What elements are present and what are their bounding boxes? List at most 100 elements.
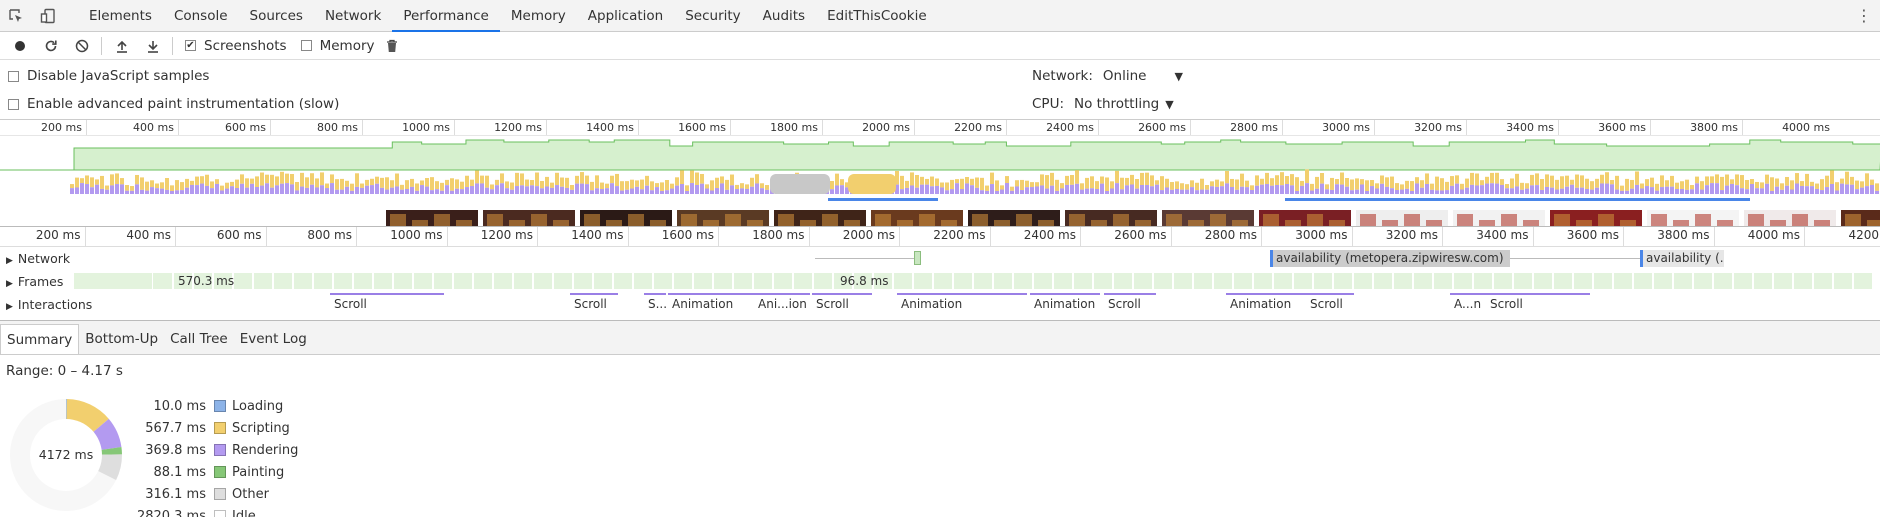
inspect-element-icon[interactable] (0, 0, 32, 32)
reload-icon[interactable] (35, 32, 66, 60)
frame-cell[interactable] (1774, 273, 1793, 289)
frame-cell[interactable] (294, 273, 313, 289)
frame-cell[interactable] (1194, 273, 1213, 289)
frame-cell[interactable] (574, 273, 593, 289)
expand-triangle-icon[interactable]: ▶ (6, 256, 13, 266)
tab-elements[interactable]: Elements (78, 0, 163, 32)
frame-cell[interactable] (1854, 273, 1873, 289)
details-tab-bottom-up[interactable]: Bottom-Up (79, 324, 164, 354)
frame-cell[interactable] (1034, 273, 1053, 289)
advanced-paint-check-box[interactable] (8, 98, 19, 110)
frame-cell[interactable] (1814, 273, 1833, 289)
interactions-track[interactable]: ▶Interactions ScrollScrollS...lAnimation… (0, 293, 1880, 316)
tab-security[interactable]: Security (674, 0, 751, 32)
frame-cell[interactable] (1754, 273, 1773, 289)
frame-cell[interactable] (1234, 273, 1253, 289)
frame-cell[interactable] (1114, 273, 1133, 289)
details-tab-event-log[interactable]: Event Log (234, 324, 313, 354)
frame-cell[interactable] (674, 273, 693, 289)
frame-cell[interactable] (934, 273, 953, 289)
frame-cell[interactable] (434, 273, 453, 289)
frame-cell[interactable] (1534, 273, 1553, 289)
disable-js-samples-check-box[interactable] (8, 70, 19, 82)
frame-cell[interactable] (1214, 273, 1233, 289)
upload-icon[interactable] (106, 32, 137, 60)
frame-cell[interactable] (1454, 273, 1473, 289)
expand-triangle-icon[interactable]: ▶ (6, 279, 13, 289)
frame-cell[interactable] (534, 273, 553, 289)
frame-cell[interactable] (734, 273, 753, 289)
screenshots-checkbox[interactable]: ✔ Screenshots (185, 38, 287, 54)
interaction-scroll[interactable]: Scroll (812, 293, 872, 315)
frame-cell[interactable] (1094, 273, 1113, 289)
interactions-row[interactable]: ScrollScrollS...lAnimationAni...ionScrol… (0, 293, 1880, 316)
interaction-scroll[interactable]: Scroll (1104, 293, 1156, 315)
frame-cell[interactable] (754, 273, 773, 289)
frame-cell[interactable] (1334, 273, 1353, 289)
frame-cell[interactable] (454, 273, 473, 289)
timeline-main-view[interactable]: 200 ms 400 ms 600 ms 800 ms 1000 ms 1200 ms 14… (0, 226, 1880, 320)
tab-audits[interactable]: Audits (752, 0, 816, 32)
frame-cell[interactable] (1174, 273, 1193, 289)
interaction-s-l[interactable]: S...l (644, 293, 666, 315)
frame-cell[interactable] (374, 273, 393, 289)
frame-cell[interactable] (914, 273, 933, 289)
frame-cell[interactable] (594, 273, 613, 289)
frame-cell[interactable] (794, 273, 813, 289)
frame-cell[interactable] (1654, 273, 1673, 289)
frame-cell[interactable] (974, 273, 993, 289)
frame-cell[interactable] (334, 273, 353, 289)
frame-cell[interactable] (1514, 273, 1533, 289)
more-options-icon[interactable]: ⋮ (1856, 0, 1872, 32)
tab-console[interactable]: Console (163, 0, 239, 32)
frame-cell[interactable] (1474, 273, 1493, 289)
frames-strip[interactable] (74, 273, 1873, 289)
frame-cell[interactable] (414, 273, 433, 289)
network-track[interactable]: ▶ Network availability (metopera.zipwires… (0, 247, 1880, 270)
frame-cell[interactable] (154, 273, 173, 289)
frame-cell[interactable] (1694, 273, 1713, 289)
timeline-overview[interactable]: 200 ms 400 ms 600 ms 800 ms 1000 ms 1200 ms 14… (0, 120, 1880, 226)
interaction-animation[interactable]: Animation (897, 293, 1027, 315)
trash-icon[interactable] (377, 32, 408, 60)
details-tab-call-tree[interactable]: Call Tree (164, 324, 234, 354)
disable-js-samples-checkbox[interactable]: Disable JavaScript samples (8, 68, 209, 84)
interaction-a-n[interactable]: A...n (1450, 293, 1486, 315)
frame-cell[interactable] (1374, 273, 1393, 289)
frame-cell[interactable] (614, 273, 633, 289)
frame-cell[interactable] (1014, 273, 1033, 289)
frame-cell[interactable] (714, 273, 733, 289)
frame-cell[interactable] (1434, 273, 1453, 289)
network-track-header[interactable]: ▶ Network (6, 251, 70, 266)
frame-cell[interactable] (1554, 273, 1573, 289)
frame-cell[interactable] (1074, 273, 1093, 289)
frame-cell[interactable] (1674, 273, 1693, 289)
frame-cell[interactable] (1494, 273, 1513, 289)
frame-cell[interactable] (1314, 273, 1333, 289)
frame-cell[interactable] (1054, 273, 1073, 289)
frame-cell[interactable] (1614, 273, 1633, 289)
frame-cell[interactable] (514, 273, 533, 289)
frame-cell[interactable] (1294, 273, 1313, 289)
frame-cell[interactable] (234, 273, 253, 289)
request-bar[interactable] (914, 251, 921, 265)
frame-cell[interactable] (954, 273, 973, 289)
frame-cell[interactable] (1154, 273, 1173, 289)
frame-cell[interactable] (774, 273, 793, 289)
interaction-animation[interactable]: Animation (1030, 293, 1100, 315)
frame-cell[interactable] (1594, 273, 1613, 289)
frame-cell[interactable] (1574, 273, 1593, 289)
frame-cell[interactable] (654, 273, 673, 289)
interaction-scroll[interactable]: Scroll (1306, 293, 1354, 315)
interaction-scroll[interactable]: Scroll (1486, 293, 1590, 315)
cpu-throttling-select[interactable]: CPU: No throttling ▼ (1032, 96, 1174, 112)
frame-cell[interactable] (314, 273, 333, 289)
interaction-scroll[interactable]: Scroll (570, 293, 618, 315)
download-icon[interactable] (137, 32, 168, 60)
frame-cell[interactable] (474, 273, 493, 289)
frame-cell[interactable] (1794, 273, 1813, 289)
overview-graphs[interactable] (0, 136, 1880, 226)
advanced-paint-checkbox[interactable]: Enable advanced paint instrumentation (s… (8, 96, 339, 112)
frame-cell[interactable] (634, 273, 653, 289)
frame-cell[interactable] (254, 273, 273, 289)
